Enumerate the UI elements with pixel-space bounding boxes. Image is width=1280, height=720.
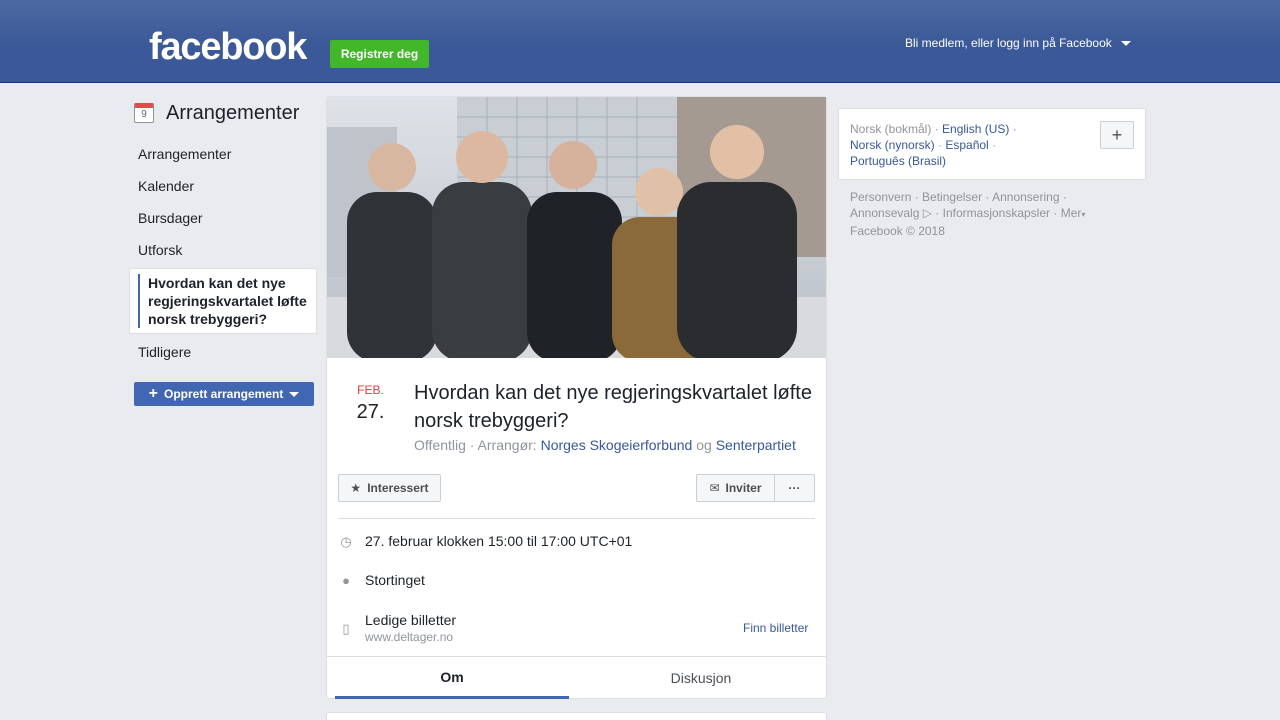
tickets-info: Ledige billetter www.deltager.no [365, 612, 456, 644]
language-option[interactable]: Norsk (nynorsk) [850, 138, 935, 152]
active-indicator [138, 274, 140, 328]
cover-photo[interactable] [327, 97, 826, 358]
sidebar-item-utforsk[interactable]: Utforsk [129, 234, 317, 266]
organizer-conjunction: og [696, 437, 712, 453]
event-card: FEB. 27. Hvordan kan det nye regjeringsk… [326, 96, 827, 699]
more-icon: ··· [788, 481, 801, 495]
sidebar-item-arrangementer[interactable]: Arrangementer [129, 138, 317, 170]
tab-om[interactable]: Om [335, 657, 569, 699]
event-location-row: ● Stortinget [338, 572, 815, 588]
invite-button[interactable]: ✉ Inviter [696, 474, 775, 502]
event-time: 27. februar klokken 15:00 til 17:00 UTC+… [365, 533, 633, 549]
organizer-link-1[interactable]: Norges Skogeierforbund [541, 437, 693, 453]
cover-photo-image [327, 97, 826, 358]
copyright: Facebook © 2018 [850, 224, 945, 238]
event-month: FEB. [357, 383, 384, 397]
sidebar-item-current-event[interactable]: Hvordan kan det nye regjeringskvartalet … [129, 268, 317, 334]
ticket-icon: ▯ [342, 621, 350, 636]
event-location[interactable]: Stortinget [365, 572, 425, 588]
event-meta: Offentlig · Arrangør: Norges Skogeierfor… [414, 437, 796, 453]
calendar-icon: 9 [134, 103, 154, 123]
event-date: FEB. 27. [327, 383, 414, 424]
sidebar: 9 Arrangementer Arrangementer Kalender B… [129, 96, 317, 406]
facebook-logo[interactable]: facebook [149, 26, 307, 69]
footer-links: Personvern · Betingelser · Annonsering ·… [850, 190, 1086, 238]
next-card [326, 712, 827, 720]
ad-choices-icon: ▷ [922, 206, 932, 220]
current-language: Norsk (bokmål) [850, 122, 932, 136]
chevron-down-icon [289, 392, 300, 397]
footer-link-more[interactable]: Mer [1061, 206, 1082, 220]
language-option[interactable]: Español [945, 138, 988, 152]
login-label: Bli medlem, eller logg inn på Facebook [905, 36, 1112, 50]
register-button[interactable]: Registrer deg [330, 40, 429, 68]
tab-diskusjon[interactable]: Diskusjon [584, 657, 818, 699]
language-list: Norsk (bokmål) · English (US) · Norsk (n… [850, 122, 1017, 168]
footer-link-cookies[interactable]: Informasjonskapsler [943, 206, 1050, 220]
envelope-icon: ✉ [709, 481, 720, 495]
event-title: Hvordan kan det nye regjeringskvartalet … [414, 382, 812, 432]
language-option[interactable]: English (US) [942, 122, 1009, 136]
sidebar-header: 9 Arrangementer [129, 96, 317, 130]
clock-icon: ◷ [340, 534, 352, 549]
sidebar-item-label: Hvordan kan det nye regjeringskvartalet … [148, 275, 307, 327]
map-pin-icon: ● [342, 573, 350, 588]
plus-icon: + [148, 385, 158, 402]
event-visibility: Offentlig · Arrangør: [414, 437, 537, 453]
tickets-label: Ledige billetter [365, 612, 457, 628]
top-bar: facebook Registrer deg Bli medlem, eller… [0, 0, 1280, 83]
invite-label: Inviter [725, 481, 762, 495]
divider [338, 518, 815, 519]
sidebar-title: Arrangementer [166, 101, 300, 124]
language-box: Norsk (bokmål) · English (US) · Norsk (n… [838, 108, 1146, 180]
sidebar-item-kalender[interactable]: Kalender [129, 170, 317, 202]
footer-link-privacy[interactable]: Personvern [850, 190, 911, 204]
add-language-button[interactable]: + [1100, 121, 1134, 149]
tickets-url[interactable]: www.deltager.no [365, 630, 456, 644]
login-menu[interactable]: Bli medlem, eller logg inn på Facebook [905, 36, 1131, 50]
more-options-button[interactable]: ··· [774, 474, 815, 502]
chevron-down-icon [1120, 41, 1131, 46]
interested-label: Interessert [367, 481, 429, 495]
sidebar-item-bursdager[interactable]: Bursdager [129, 202, 317, 234]
footer-link-advertising[interactable]: Annonsering [992, 190, 1059, 204]
footer-link-ad-choices[interactable]: Annonsevalg [850, 206, 919, 220]
organizer-link-2[interactable]: Senterpartiet [716, 437, 796, 453]
footer-link-terms[interactable]: Betingelser [922, 190, 982, 204]
create-event-button[interactable]: + Opprett arrangement [134, 382, 314, 406]
chevron-down-icon: ▾ [1081, 210, 1086, 219]
find-tickets-link[interactable]: Finn billetter [743, 621, 808, 635]
interested-button[interactable]: ★ Interessert [338, 474, 441, 502]
star-icon: ★ [350, 481, 362, 495]
language-option[interactable]: Português (Brasil) [850, 154, 946, 168]
event-day: 27. [356, 401, 385, 423]
sidebar-item-tidligere[interactable]: Tidligere [129, 336, 317, 368]
create-event-label: Opprett arrangement [163, 387, 284, 401]
event-time-row: ◷ 27. februar klokken 15:00 til 17:00 UT… [338, 533, 815, 550]
